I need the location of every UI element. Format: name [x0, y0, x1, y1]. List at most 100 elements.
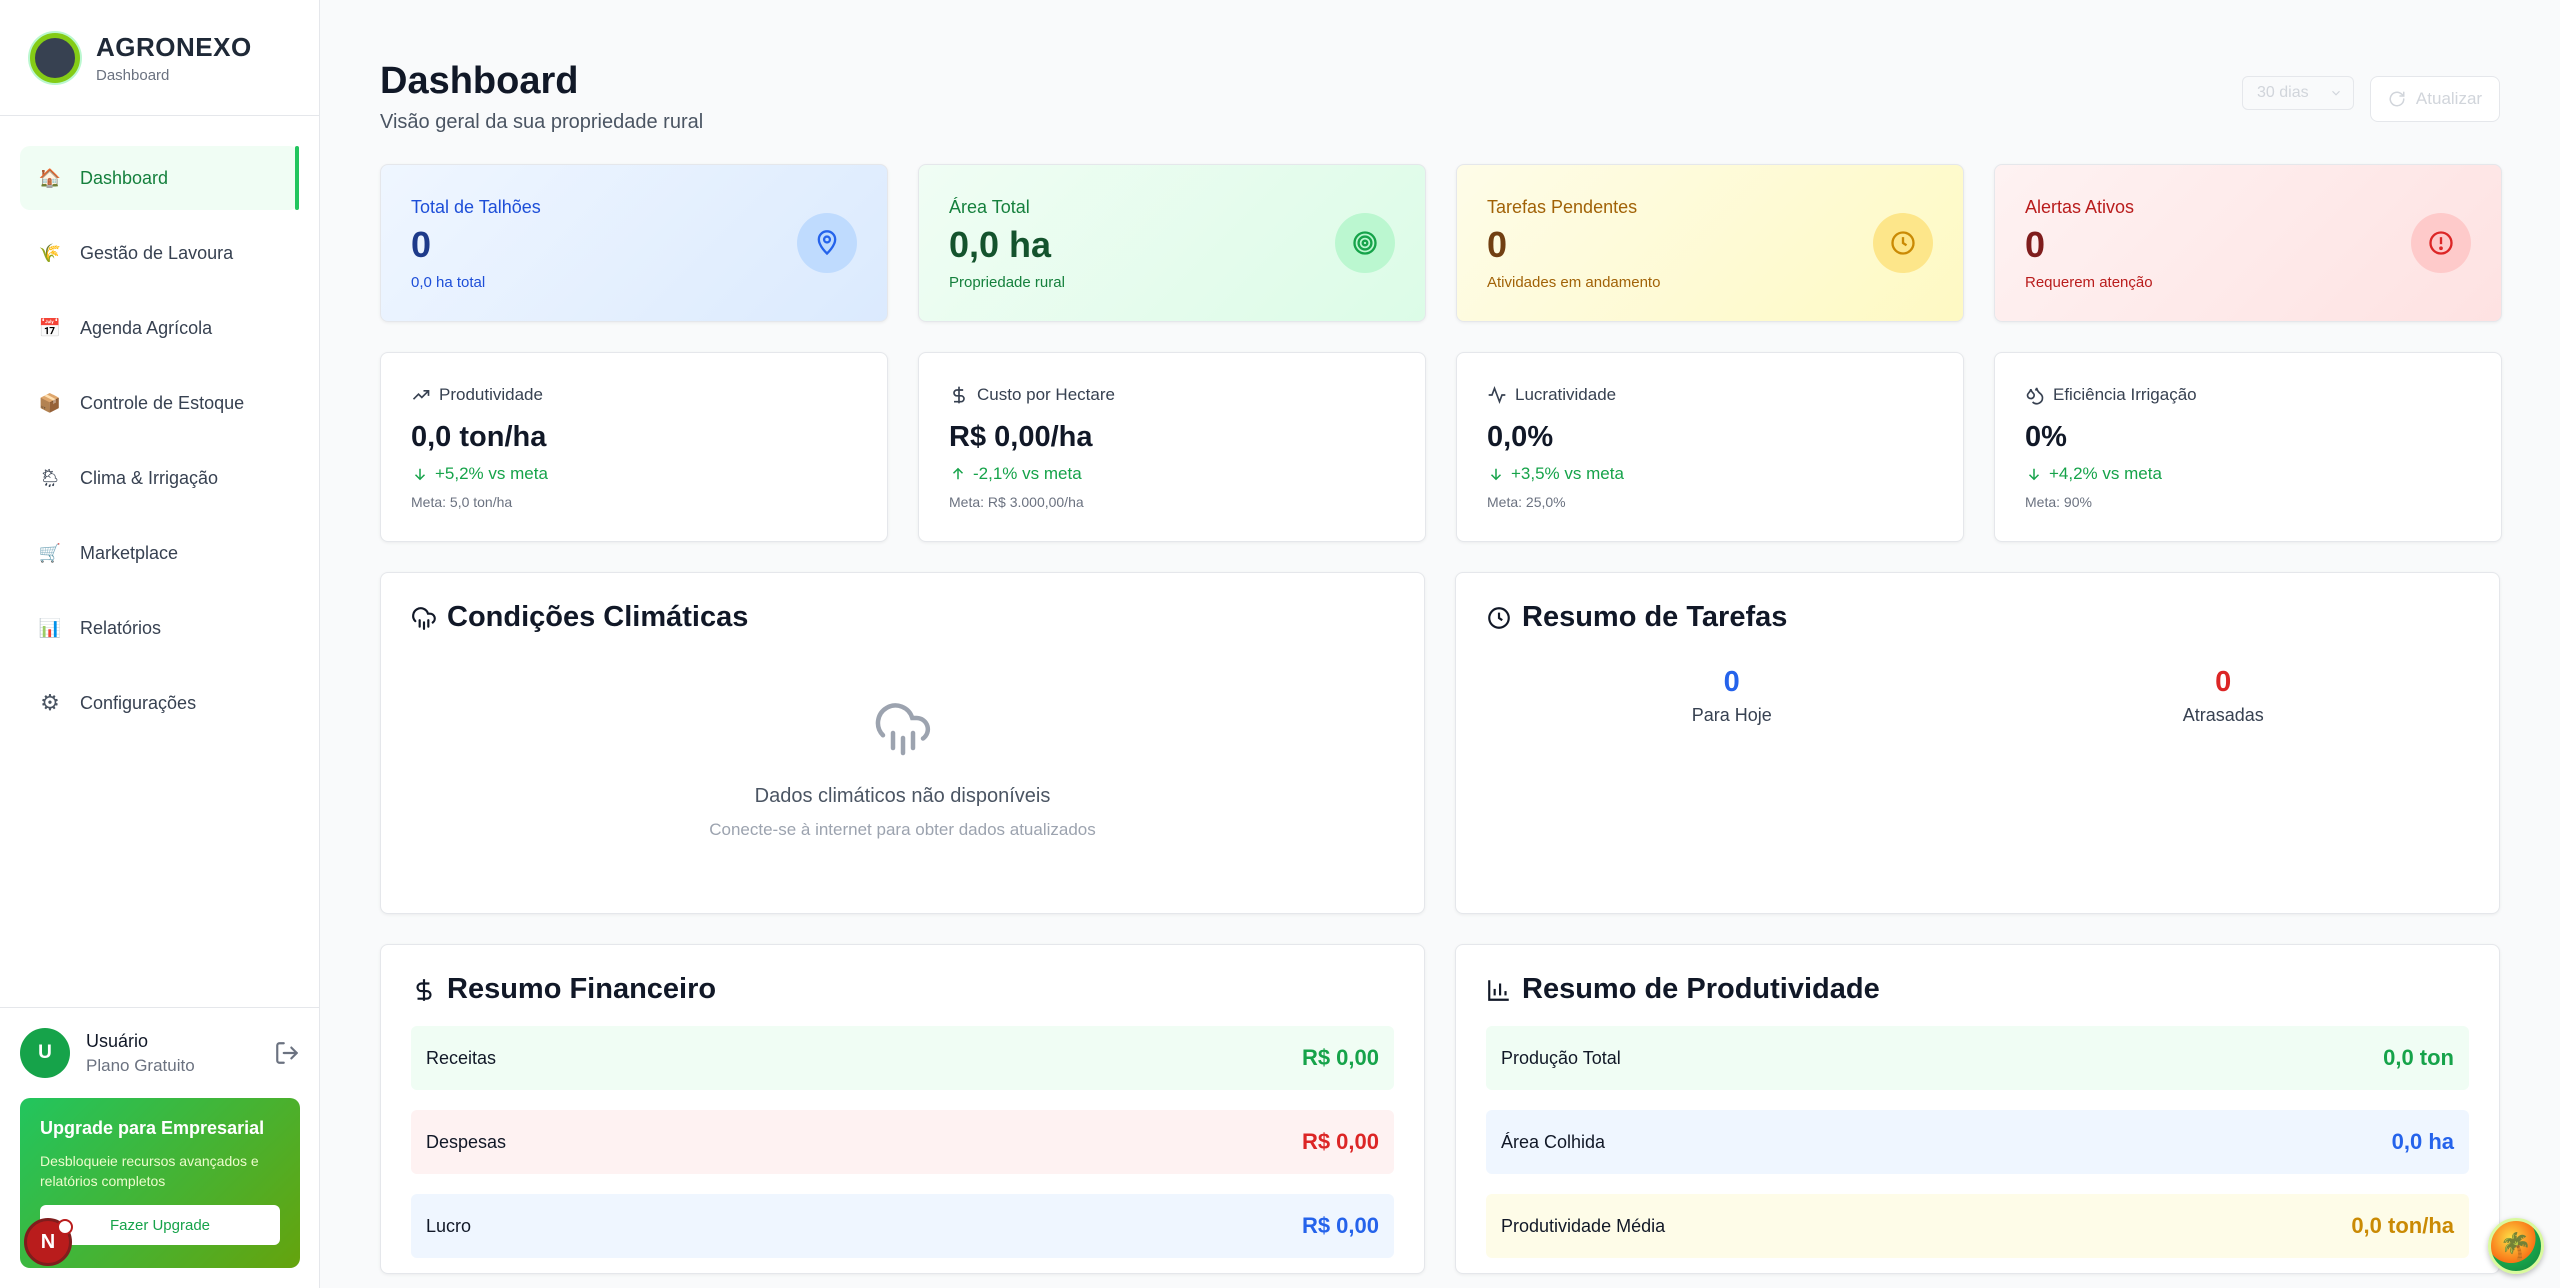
brand-name: AGRONEXO — [96, 31, 252, 62]
task-stat-late[interactable]: 0 Atrasadas — [1978, 666, 2470, 726]
stat-foot: Requerem atenção — [2025, 274, 2153, 291]
alert-icon — [2411, 213, 2471, 273]
metric-delta: -2,1% vs meta — [973, 464, 1082, 483]
refresh-icon — [2389, 91, 2405, 107]
sidebar-item-agenda[interactable]: 📅 Agenda Agrícola — [20, 296, 299, 360]
period-select[interactable]: 30 dias — [2242, 76, 2354, 110]
cloud-rain-icon — [875, 703, 930, 756]
finance-row-despesas: Despesas R$ 0,00 — [411, 1110, 1394, 1174]
brand-logo — [30, 32, 80, 83]
task-today-value: 0 — [1723, 666, 1740, 698]
metric-label: Produtividade — [439, 385, 543, 404]
metric-value: 0,0% — [1487, 421, 1554, 453]
brand[interactable]: AGRONEXO Dashboard — [0, 0, 319, 116]
sidebar-item-marketplace[interactable]: 🛒 Marketplace — [20, 521, 299, 585]
metric-card-custo: Custo por Hectare R$ 0,00/ha -2,1% vs me… — [918, 352, 1426, 542]
metric-delta: +4,2% vs meta — [2049, 464, 2162, 483]
upgrade-title: Upgrade para Empresarial — [40, 1118, 265, 1138]
user-block: U Usuário Plano Gratuito Upgrade para Em… — [0, 1007, 320, 1288]
arrow-up-icon — [952, 467, 964, 480]
finance-row-lucro: Lucro R$ 0,00 — [411, 1194, 1394, 1258]
finance-value: R$ 0,00 — [1301, 1213, 1379, 1238]
page-header: Dashboard Visão geral da sua propriedade… — [380, 0, 2500, 140]
stat-foot: 0,0 ha total — [411, 274, 486, 291]
stat-card-talhoes[interactable]: Total de Talhões 0 0,0 ha total — [380, 164, 888, 322]
stat-card-tarefas[interactable]: Tarefas Pendentes 0 Atividades em andame… — [1456, 164, 1964, 322]
arrow-down-icon — [1490, 468, 1502, 481]
chart-icon: 📊 — [38, 617, 62, 638]
package-icon: 📦 — [38, 392, 62, 413]
cart-icon: 🛒 — [38, 542, 62, 563]
finance-panel: Resumo Financeiro Receitas R$ 0,00 Despe… — [380, 944, 1425, 1274]
sidebar-item-gestao-lavoura[interactable]: 🌾 Gestão de Lavoura — [20, 221, 299, 285]
stat-label: Total de Talhões — [411, 197, 541, 217]
sidebar-item-estoque[interactable]: 📦 Controle de Estoque — [20, 371, 299, 435]
metric-value: 0% — [2025, 421, 2067, 453]
sidebar-item-label: Relatórios — [80, 617, 162, 638]
sidebar-item-dashboard[interactable]: 🏠 Dashboard — [20, 146, 299, 210]
sidebar-item-relatorios[interactable]: 📊 Relatórios — [20, 596, 299, 660]
droplets-icon — [2026, 387, 2044, 405]
productivity-row-media: Produtividade Média 0,0 ton/ha — [1486, 1194, 2469, 1258]
crop-icon: 🌾 — [38, 242, 62, 263]
period-select-value: 30 dias — [2257, 84, 2309, 101]
sidebar-item-label: Controle de Estoque — [80, 392, 245, 413]
activity-icon — [1488, 385, 1506, 405]
trending-up-icon — [412, 390, 430, 400]
palm-tree-icon: 🌴 — [2499, 1230, 2533, 1261]
stat-value: 0,0 ha — [949, 224, 1052, 265]
metric-label: Lucratividade — [1515, 385, 1617, 404]
clock-icon — [1488, 606, 1510, 629]
sidebar-item-label: Clima & Irrigação — [80, 467, 219, 488]
productivity-value: 0,0 ha — [2391, 1129, 2454, 1154]
stat-foot: Propriedade rural — [949, 274, 1065, 291]
finance-label: Despesas — [426, 1131, 507, 1152]
stat-foot: Atividades em andamento — [1487, 274, 1661, 291]
task-stat-today[interactable]: 0 Para Hoje — [1486, 666, 1978, 726]
productivity-row-producao: Produção Total 0,0 ton — [1486, 1026, 2469, 1090]
gear-icon: ⚙ — [40, 690, 60, 715]
sidebar-item-clima[interactable]: 🌦 Clima & Irrigação — [20, 446, 299, 510]
weather-message: Dados climáticos não disponíveis — [754, 785, 1051, 807]
productivity-label: Área Colhida — [1501, 1131, 1606, 1152]
metric-goal: Meta: 25,0% — [1487, 494, 1566, 510]
productivity-value: 0,0 ton — [2383, 1045, 2454, 1070]
task-today-label: Para Hoje — [1691, 705, 1772, 725]
productivity-label: Produção Total — [1501, 1047, 1621, 1068]
notification-badge[interactable]: N — [24, 1218, 73, 1266]
stat-card-area[interactable]: Área Total 0,0 ha Propriedade rural — [918, 164, 1426, 322]
task-late-value: 0 — [2215, 666, 2232, 698]
upgrade-card: Upgrade para Empresarial Desbloqueie rec… — [20, 1098, 300, 1268]
upgrade-text: Desbloqueie recursos avançados e relatór… — [40, 1153, 259, 1189]
map-pin-icon — [797, 213, 857, 273]
stat-value: 0 — [1487, 224, 1508, 265]
sidebar-item-label: Marketplace — [80, 542, 179, 563]
metric-delta: +3,5% vs meta — [1511, 464, 1624, 483]
finance-productivity-row: Resumo Financeiro Receitas R$ 0,00 Despe… — [380, 944, 2500, 1274]
sidebar-item-configuracoes[interactable]: ⚙ Configurações — [20, 671, 299, 735]
upgrade-button[interactable]: Fazer Upgrade — [40, 1205, 280, 1245]
arrow-down-icon — [414, 468, 426, 481]
stat-label: Área Total — [949, 197, 1030, 217]
cloud-rain-icon — [412, 606, 436, 630]
home-icon: 🏠 — [38, 167, 62, 188]
assistant-float-button[interactable]: 🌴 — [2488, 1218, 2544, 1274]
productivity-row-area: Área Colhida 0,0 ha — [1486, 1110, 2469, 1174]
brand-subtitle: Dashboard — [96, 66, 170, 84]
weather-icon: 🌦 — [38, 467, 62, 488]
weather-title: Condições Climáticas — [447, 601, 749, 633]
metric-delta: +5,2% vs meta — [435, 464, 548, 483]
metric-card-irrigacao: Eficiência Irrigação 0% +4,2% vs meta Me… — [1994, 352, 2502, 542]
arrow-down-icon — [2028, 468, 2040, 481]
metric-cards: Produtividade 0,0 ton/ha +5,2% vs meta M… — [380, 322, 2502, 542]
bar-chart-icon — [1488, 979, 1509, 1001]
finance-label: Receitas — [426, 1047, 497, 1068]
logout-icon[interactable] — [274, 1040, 300, 1066]
stat-card-alertas[interactable]: Alertas Ativos 0 Requerem atenção — [1994, 164, 2502, 322]
productivity-value: 0,0 ton/ha — [2351, 1213, 2454, 1238]
avatar[interactable]: U — [20, 1028, 70, 1078]
clock-icon — [1873, 213, 1933, 273]
user-plan: Plano Gratuito — [86, 1055, 195, 1075]
finance-label: Lucro — [426, 1215, 472, 1236]
refresh-button[interactable]: Atualizar — [2370, 76, 2500, 122]
